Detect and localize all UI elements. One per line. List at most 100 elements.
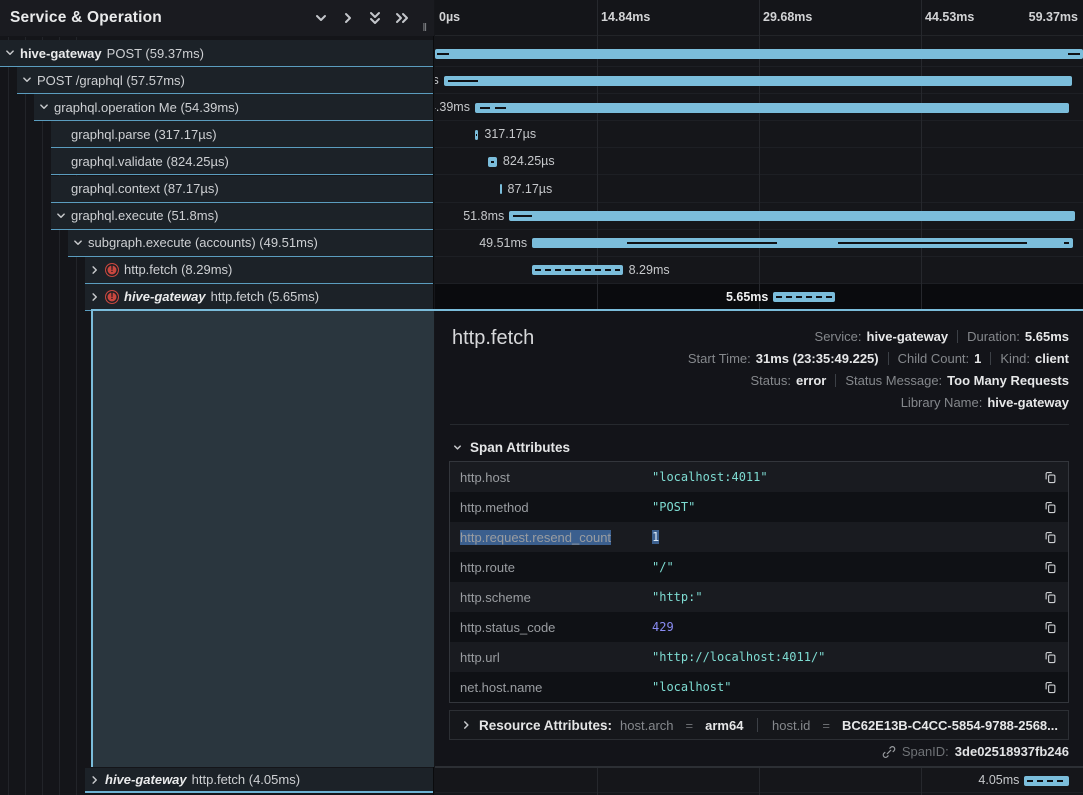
self-time-dash	[476, 134, 477, 136]
span-label: POST (59.37ms)	[107, 46, 204, 61]
chevron-down-icon[interactable]	[21, 75, 32, 86]
copy-icon[interactable]	[1040, 500, 1058, 515]
tree-row[interactable]: !hive-gatewayhttp.fetch (5.65ms)	[85, 284, 433, 311]
attribute-key: http.method	[460, 500, 652, 515]
tree-row[interactable]: hive-gatewayPOST (59.37ms)	[0, 40, 433, 67]
span-bar[interactable]	[444, 76, 1072, 86]
chevron-right-icon[interactable]	[89, 264, 100, 275]
chevron-spacer	[55, 129, 66, 140]
resource-value: arm64	[705, 718, 743, 733]
tree-row[interactable]: graphql.parse (317.17µs)	[51, 121, 433, 148]
resource-equals: =	[818, 718, 834, 733]
chevron-down-icon[interactable]	[38, 102, 49, 113]
chevron-right-icon[interactable]	[89, 774, 100, 785]
self-time-dash	[480, 107, 490, 109]
attribute-key: http.host	[460, 470, 652, 485]
chevron-down-icon[interactable]	[312, 10, 329, 27]
attribute-row[interactable]: http.scheme"http:"	[450, 582, 1068, 612]
gridline	[597, 0, 598, 311]
resource-attributes-row[interactable]: Resource Attributes: host.arch=arm64host…	[449, 710, 1069, 740]
span-bar[interactable]	[509, 211, 1074, 221]
tree-header-title: Service & Operation	[10, 9, 162, 27]
copy-icon[interactable]	[1040, 620, 1058, 635]
span-bar[interactable]	[500, 184, 502, 194]
self-time-dash	[491, 161, 494, 163]
span-bar[interactable]	[532, 238, 1072, 248]
detail-meta-item: Kind:client	[1000, 351, 1069, 366]
span-duration-label: 824.25µs	[503, 148, 555, 174]
meta-divider	[990, 352, 991, 365]
copy-icon[interactable]	[1040, 650, 1058, 665]
resource-value: BC62E13B-C4CC-5854-9788-2568...	[842, 718, 1058, 733]
meta-label: Status:	[751, 373, 791, 388]
detail-meta-line: Service:hive-gatewayDuration:5.65ms	[815, 325, 1069, 347]
detail-meta-item: Library Name:hive-gateway	[901, 395, 1069, 410]
copy-icon[interactable]	[1040, 590, 1058, 605]
attribute-value: "localhost:4011"	[652, 470, 1040, 484]
timeline-row[interactable]: 5.65ms	[435, 284, 1083, 311]
span-bar[interactable]	[435, 49, 1083, 59]
span-bar[interactable]	[1024, 776, 1068, 786]
bottom-separator	[435, 767, 1083, 768]
span-attributes-toggle[interactable]: Span Attributes	[452, 440, 570, 455]
gridline	[921, 0, 922, 311]
attribute-row[interactable]: http.route"/"	[450, 552, 1068, 582]
span-label: http.fetch (4.05ms)	[192, 772, 300, 787]
tree-row[interactable]: graphql.operation Me (54.39ms)	[34, 94, 433, 121]
span-bar[interactable]	[532, 265, 622, 275]
tree-row[interactable]: graphql.context (87.17µs)	[51, 176, 433, 203]
attribute-key: net.host.name	[460, 680, 652, 695]
chevron-down-icon[interactable]	[72, 237, 83, 248]
meta-label: Child Count:	[898, 351, 970, 366]
span-duration-label: 5.65ms	[726, 284, 768, 310]
self-time-dash	[1064, 242, 1069, 244]
span-bar[interactable]	[475, 103, 1069, 113]
tree-row[interactable]: graphql.validate (824.25µs)	[51, 148, 433, 175]
tree-row[interactable]: POST /graphql (57.57ms)	[17, 67, 433, 94]
copy-icon[interactable]	[1040, 470, 1058, 485]
span-bar[interactable]	[488, 157, 497, 167]
attribute-row[interactable]: http.status_code429	[450, 612, 1068, 642]
attribute-row[interactable]: http.url"http://localhost:4011/"	[450, 642, 1068, 672]
detail-panel-top-border	[91, 309, 1083, 311]
attribute-value: "http:"	[652, 590, 1040, 604]
column-resize-handle[interactable]: ‖	[416, 22, 428, 36]
attribute-row[interactable]: net.host.name"localhost"	[450, 672, 1068, 702]
tree-row[interactable]: !http.fetch (8.29ms)	[85, 257, 433, 284]
self-time-dash	[513, 215, 532, 217]
span-duration-label: 317.17µs	[484, 121, 536, 147]
attribute-row[interactable]: http.host"localhost:4011"	[450, 462, 1068, 492]
span-duration-label: 51.8ms	[463, 203, 504, 229]
chevron-right-icon[interactable]	[89, 291, 100, 302]
tree-row[interactable]: graphql.execute (51.8ms)	[51, 203, 433, 230]
span-attributes-title: Span Attributes	[470, 440, 570, 455]
span-duration-label: 49.51ms	[479, 230, 527, 256]
ruler-tick-label: 29.68ms	[763, 10, 812, 24]
link-icon[interactable]	[882, 745, 896, 759]
span-bar[interactable]	[475, 130, 478, 140]
span-bar[interactable]	[773, 292, 835, 302]
error-icon: !	[105, 290, 119, 304]
copy-icon[interactable]	[1040, 680, 1058, 695]
chevron-down-icon[interactable]	[55, 210, 66, 221]
chevrons-down-icon[interactable]	[366, 10, 383, 27]
attribute-row[interactable]: http.request.resend_count1	[450, 522, 1068, 552]
attribute-value: "/"	[652, 560, 1040, 574]
span-duration-label: 87.17µs	[508, 176, 553, 202]
error-icon: !	[105, 263, 119, 277]
copy-icon[interactable]	[1040, 530, 1058, 545]
tree-row[interactable]: hive-gatewayhttp.fetch (4.05ms)	[85, 768, 433, 793]
chevron-right-icon[interactable]	[339, 10, 356, 27]
self-time-dash	[838, 242, 1027, 244]
span-duration-label: 54.39ms	[435, 94, 470, 120]
meta-label: Start Time:	[688, 351, 751, 366]
chevron-down-icon[interactable]	[4, 48, 15, 59]
attribute-row[interactable]: http.method"POST"	[450, 492, 1068, 522]
self-time-dashes	[1027, 780, 1065, 782]
chevrons-right-icon[interactable]	[393, 10, 410, 27]
span-tree-panel: hive-gatewayPOST (59.37ms)POST /graphql …	[0, 0, 434, 795]
span-label: graphql.execute (51.8ms)	[71, 208, 218, 223]
tree-row[interactable]: subgraph.execute (accounts) (49.51ms)	[68, 230, 433, 257]
copy-icon[interactable]	[1040, 560, 1058, 575]
meta-value: hive-gateway	[987, 395, 1069, 410]
